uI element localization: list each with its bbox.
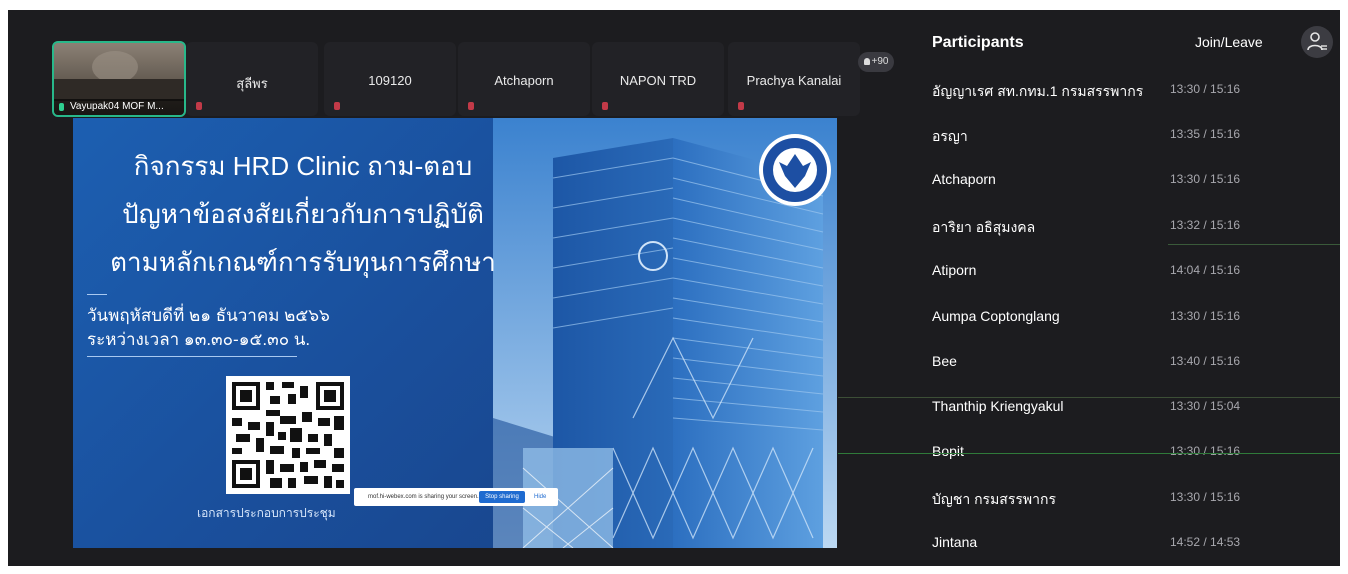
join-leave-time: 13:40 / 15:16 — [1170, 354, 1241, 368]
participants-panel: Participants Join/Leave อัญญาเรศ สท.กทม.… — [916, 10, 1340, 566]
slide-title-line: ตามหลักเกณฑ์การรับทุนการศึกษา — [110, 247, 496, 277]
participant-name: Jintana — [932, 534, 978, 550]
video-tile-name: Vayupak04 MOF M... — [70, 101, 164, 112]
active-speaker-video-tile[interactable]: Vayupak04 MOF M... — [52, 41, 186, 117]
slide-date-line: ระหว่างเวลา ๑๓.๓๐-๑๕.๓๐ น. — [87, 330, 311, 349]
person-icon — [863, 58, 870, 65]
participant-row[interactable]: อาริยา อธิสุมงคล 13:32 / 15:16 — [932, 217, 1332, 239]
ministry-seal-icon — [759, 134, 831, 206]
participant-row[interactable]: บัญชา กรมสรรพากร 13:30 / 15:16 — [932, 489, 1332, 511]
participant-name: Bopit — [932, 443, 964, 459]
muted-mic-icon — [196, 102, 202, 110]
scan-line — [838, 453, 1340, 454]
participant-name: Thanthip Kriengyakul — [932, 398, 1064, 414]
participant-row[interactable]: Jintana 14:52 / 14:53 — [932, 534, 1332, 556]
shared-screen-slide: กิจกรรม HRD Clinic ถาม-ตอบ ปัญหาข้อสงสัย… — [73, 118, 837, 548]
participant-tile-name: Prachya Kanalai — [746, 73, 842, 88]
slide-title-line: ปัญหาข้อสงสัยเกี่ยวกับการปฏิบัติ — [122, 199, 484, 229]
scan-line — [838, 397, 1340, 398]
participant-tile[interactable]: 109120 — [324, 42, 456, 116]
participant-name: อาริยา อธิสุมงคล — [932, 219, 1036, 235]
participant-name: Atchaporn — [932, 171, 996, 187]
join-leave-time: 14:04 / 15:16 — [1170, 263, 1241, 277]
join-leave-time: 14:52 / 14:53 — [1170, 535, 1241, 549]
webex-meeting-window: Vayupak04 MOF M... สุลีพร 109120 Atchapo… — [8, 10, 1340, 566]
join-leave-time: 13:30 / 15:16 — [1170, 309, 1241, 323]
mic-on-icon — [59, 103, 64, 111]
participant-tile-name: สุลีพร — [236, 76, 268, 91]
participant-name: Bee — [932, 353, 957, 369]
participant-tile-name: Atchaporn — [494, 73, 554, 88]
participant-row[interactable]: Bopit 13:30 / 15:16 — [932, 443, 1332, 465]
participant-name: Aumpa Coptonglang — [932, 308, 1060, 324]
participant-row[interactable]: Bee 13:40 / 15:16 — [932, 353, 1332, 375]
muted-mic-icon — [738, 102, 744, 110]
participant-filmstrip: Vayupak04 MOF M... สุลีพร 109120 Atchapo… — [8, 10, 908, 118]
join-leave-time: 13:30 / 15:16 — [1170, 172, 1241, 186]
participant-row[interactable]: Atchaporn 13:30 / 15:16 — [932, 171, 1332, 193]
slide-date: วันพฤหัสบดีที่ ๒๑ ธันวาคม ๒๕๖๖ ระหว่างเว… — [87, 304, 330, 352]
participant-tile[interactable]: NAPON TRD — [592, 42, 724, 116]
participant-tile[interactable]: Atchaporn — [458, 42, 590, 116]
join-leave-time: 13:30 / 15:04 — [1170, 399, 1241, 413]
panel-title: Participants — [932, 34, 1024, 51]
join-leave-time: 13:32 / 15:16 — [1170, 218, 1241, 232]
join-leave-time: 13:30 / 15:16 — [1170, 444, 1241, 458]
participant-row[interactable]: Atiporn 14:04 / 15:16 — [932, 262, 1332, 284]
hide-button[interactable]: Hide — [534, 494, 546, 500]
document-label: เอกสารประกอบการประชุม — [197, 506, 336, 520]
qr-code — [226, 376, 350, 494]
video-tile-label: Vayupak04 MOF M... — [54, 99, 184, 115]
participant-tile[interactable]: สุลีพร — [186, 42, 318, 116]
participant-row[interactable]: Thanthip Kriengyakul 13:30 / 15:04 — [932, 398, 1332, 420]
muted-mic-icon — [602, 102, 608, 110]
participant-list-icon[interactable] — [1301, 26, 1333, 58]
ministry-building-image — [493, 118, 837, 548]
join-leave-time: 13:30 / 15:16 — [1170, 82, 1241, 96]
join-leave-time: 13:35 / 15:16 — [1170, 127, 1241, 141]
slide-title-line: กิจกรรม HRD Clinic ถาม-ตอบ — [133, 151, 473, 181]
slide-date-line: วันพฤหัสบดีที่ ๒๑ ธันวาคม ๒๕๖๖ — [87, 306, 330, 325]
join-leave-time: 13:30 / 15:16 — [1170, 490, 1241, 504]
participant-tile[interactable]: Prachya Kanalai — [728, 42, 860, 116]
participant-name: Atiporn — [932, 262, 977, 278]
sharing-notice: mof.hi-webex.com is sharing your screen. — [368, 494, 479, 500]
participant-name: บัญชา กรมสรรพากร — [932, 491, 1056, 507]
stop-sharing-button[interactable]: Stop sharing — [479, 491, 525, 503]
participant-tile-name: NAPON TRD — [619, 73, 697, 88]
join-leave-header[interactable]: Join/Leave — [1195, 34, 1263, 50]
participant-name: อรญา — [932, 128, 968, 144]
more-participants-count: +90 — [871, 56, 889, 67]
scan-line — [1168, 244, 1340, 245]
more-participants-button[interactable]: +90 — [858, 52, 894, 72]
video-desk — [54, 79, 184, 101]
slide-title: กิจกรรม HRD Clinic ถาม-ตอบ ปัญหาข้อสงสัย… — [93, 142, 513, 286]
slide-divider — [87, 294, 107, 295]
participant-row[interactable]: อรญา 13:35 / 15:16 — [932, 126, 1332, 148]
participant-row[interactable]: อัญญาเรศ สท.กทม.1 กรมสรรพากร 13:30 / 15:… — [932, 81, 1332, 103]
participant-name: อัญญาเรศ สท.กทม.1 กรมสรรพากร — [932, 83, 1144, 99]
muted-mic-icon — [468, 102, 474, 110]
screen-sharing-bar: mof.hi-webex.com is sharing your screen.… — [354, 488, 558, 506]
muted-mic-icon — [334, 102, 340, 110]
slide-divider — [87, 356, 297, 357]
participant-tile-name: 109120 — [368, 73, 412, 88]
participant-row[interactable]: Aumpa Coptonglang 13:30 / 15:16 — [932, 308, 1332, 330]
